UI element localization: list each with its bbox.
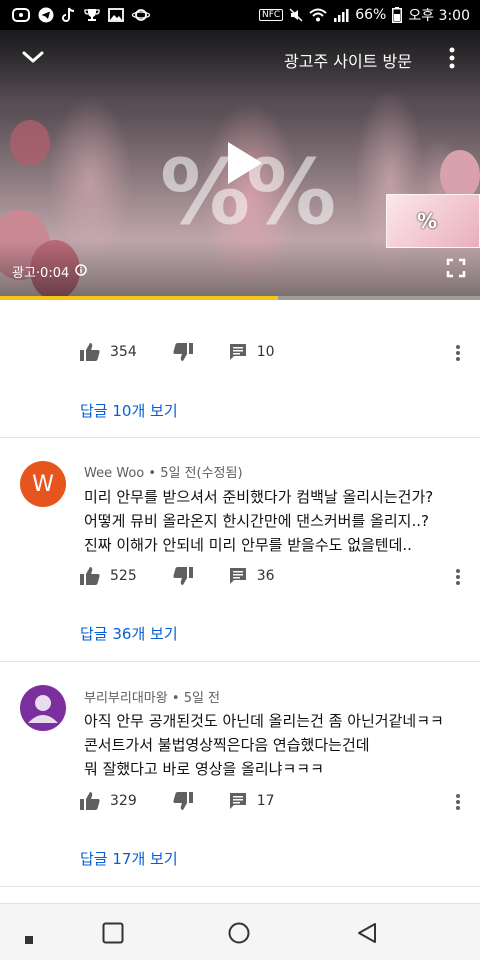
like-button[interactable]: 329 [80, 792, 137, 810]
reply-button[interactable]: 10 [229, 343, 275, 361]
reply-count: 10 [256, 344, 275, 360]
comment-author[interactable]: 부리부리대마왕 [84, 691, 168, 706]
thumb-down-icon [173, 792, 193, 810]
like-count: 525 [110, 568, 137, 584]
reply-button[interactable]: 36 [229, 567, 275, 585]
default-avatar-icon [28, 695, 58, 723]
thumb-up-icon [80, 343, 100, 361]
like-count: 354 [110, 344, 137, 360]
more-vert-icon[interactable] [455, 344, 461, 362]
thumb-up-icon [80, 567, 100, 585]
more-vert-icon[interactable] [455, 793, 461, 811]
telegram-icon [38, 7, 54, 23]
comment-meta: 부리부리대마왕 • 5일 전 [84, 687, 220, 706]
system-nav-bar [0, 903, 480, 960]
status-bar: NFC 66% 오후 3:00 [0, 0, 480, 30]
battery-icon [392, 7, 403, 23]
avatar-letter: W [32, 471, 54, 497]
mute-icon [289, 8, 303, 22]
fullscreen-icon[interactable] [446, 258, 466, 278]
balloon-decoration [10, 120, 50, 166]
comment-meta: Wee Woo • 5일 전(수정됨) [84, 462, 243, 481]
planet-icon [132, 7, 150, 23]
more-vert-icon[interactable] [455, 568, 461, 586]
ad-time-label: 광고·0:04 [12, 266, 70, 281]
comment-icon [229, 793, 246, 809]
home-icon[interactable] [228, 922, 250, 948]
recent-apps-icon[interactable] [102, 922, 124, 948]
view-replies-link[interactable]: 답글 17개 보기 [80, 848, 178, 869]
system-status: NFC 66% 오후 3:00 [259, 5, 470, 25]
reply-button[interactable]: 17 [229, 792, 275, 810]
like-button[interactable]: 354 [80, 343, 137, 361]
trophy-icon [84, 7, 100, 23]
play-icon[interactable] [224, 140, 264, 186]
divider [0, 437, 480, 438]
reply-count: 17 [256, 793, 275, 809]
chevron-down-icon[interactable] [20, 46, 46, 68]
thumb-down-icon [173, 567, 193, 585]
visit-advertiser-link[interactable]: 광고주 사이트 방문 [284, 48, 412, 72]
comment-actions: 329 17 [80, 789, 311, 813]
avatar[interactable] [20, 685, 66, 731]
nfc-icon: NFC [259, 9, 284, 21]
comment-text: 미리 안무를 받으셔서 준비했다가 컴백날 올리시는건가? 어떻게 뮤비 올라온… [84, 488, 434, 554]
comment-icon [229, 568, 246, 584]
dislike-button[interactable] [173, 343, 193, 361]
comment-time: 5일 전(수정됨) [160, 466, 243, 481]
dislike-button[interactable] [173, 792, 193, 810]
view-replies-link[interactable]: 답글 10개 보기 [80, 400, 178, 421]
gallery-icon [108, 7, 124, 23]
tiktok-icon [62, 7, 76, 23]
ad-thumbnail[interactable]: % [386, 194, 480, 248]
thumb-down-icon [173, 343, 193, 361]
battery-percent: 66% [355, 7, 387, 23]
view-replies-link[interactable]: 답글 36개 보기 [80, 623, 178, 644]
comment-author[interactable]: Wee Woo [84, 466, 144, 481]
more-vert-icon[interactable] [446, 46, 458, 70]
comments-list: 354 10 답글 10개 보기 W Wee Woo • 5일 전(수정됨) 미… [0, 300, 480, 903]
wifi-icon [309, 8, 327, 22]
notification-dot-icon [25, 929, 33, 948]
clock: 오후 3:00 [408, 8, 470, 24]
app-notification-icon [12, 7, 30, 23]
like-count: 329 [110, 793, 137, 809]
like-button[interactable]: 525 [80, 567, 137, 585]
comment-actions: 525 36 [80, 564, 311, 588]
back-icon[interactable] [356, 922, 378, 948]
meta-separator: • [171, 691, 184, 706]
divider [0, 886, 480, 887]
comment-text: 아직 안무 공개된것도 아닌데 올리는건 좀 아닌거같네ㅋㅋ 콘서트가서 불법영… [84, 712, 444, 778]
video-player[interactable]: %% 광고주 사이트 방문 % 광고·0:04 [0, 30, 480, 300]
divider [0, 661, 480, 662]
ad-indicator: 광고·0:04 [12, 262, 87, 281]
info-icon[interactable] [75, 263, 87, 280]
avatar[interactable]: W [20, 461, 66, 507]
thumb-up-icon [80, 792, 100, 810]
dislike-button[interactable] [173, 567, 193, 585]
comment-icon [229, 344, 246, 360]
signal-icon [333, 8, 349, 22]
balloon-decoration [440, 150, 480, 200]
meta-separator: • [148, 466, 161, 481]
comment-actions: 354 10 [80, 340, 311, 364]
comment-time: 5일 전 [183, 691, 221, 706]
reply-count: 36 [256, 568, 275, 584]
notification-icons [12, 7, 150, 23]
thumbnail-watermark: % [417, 209, 438, 233]
